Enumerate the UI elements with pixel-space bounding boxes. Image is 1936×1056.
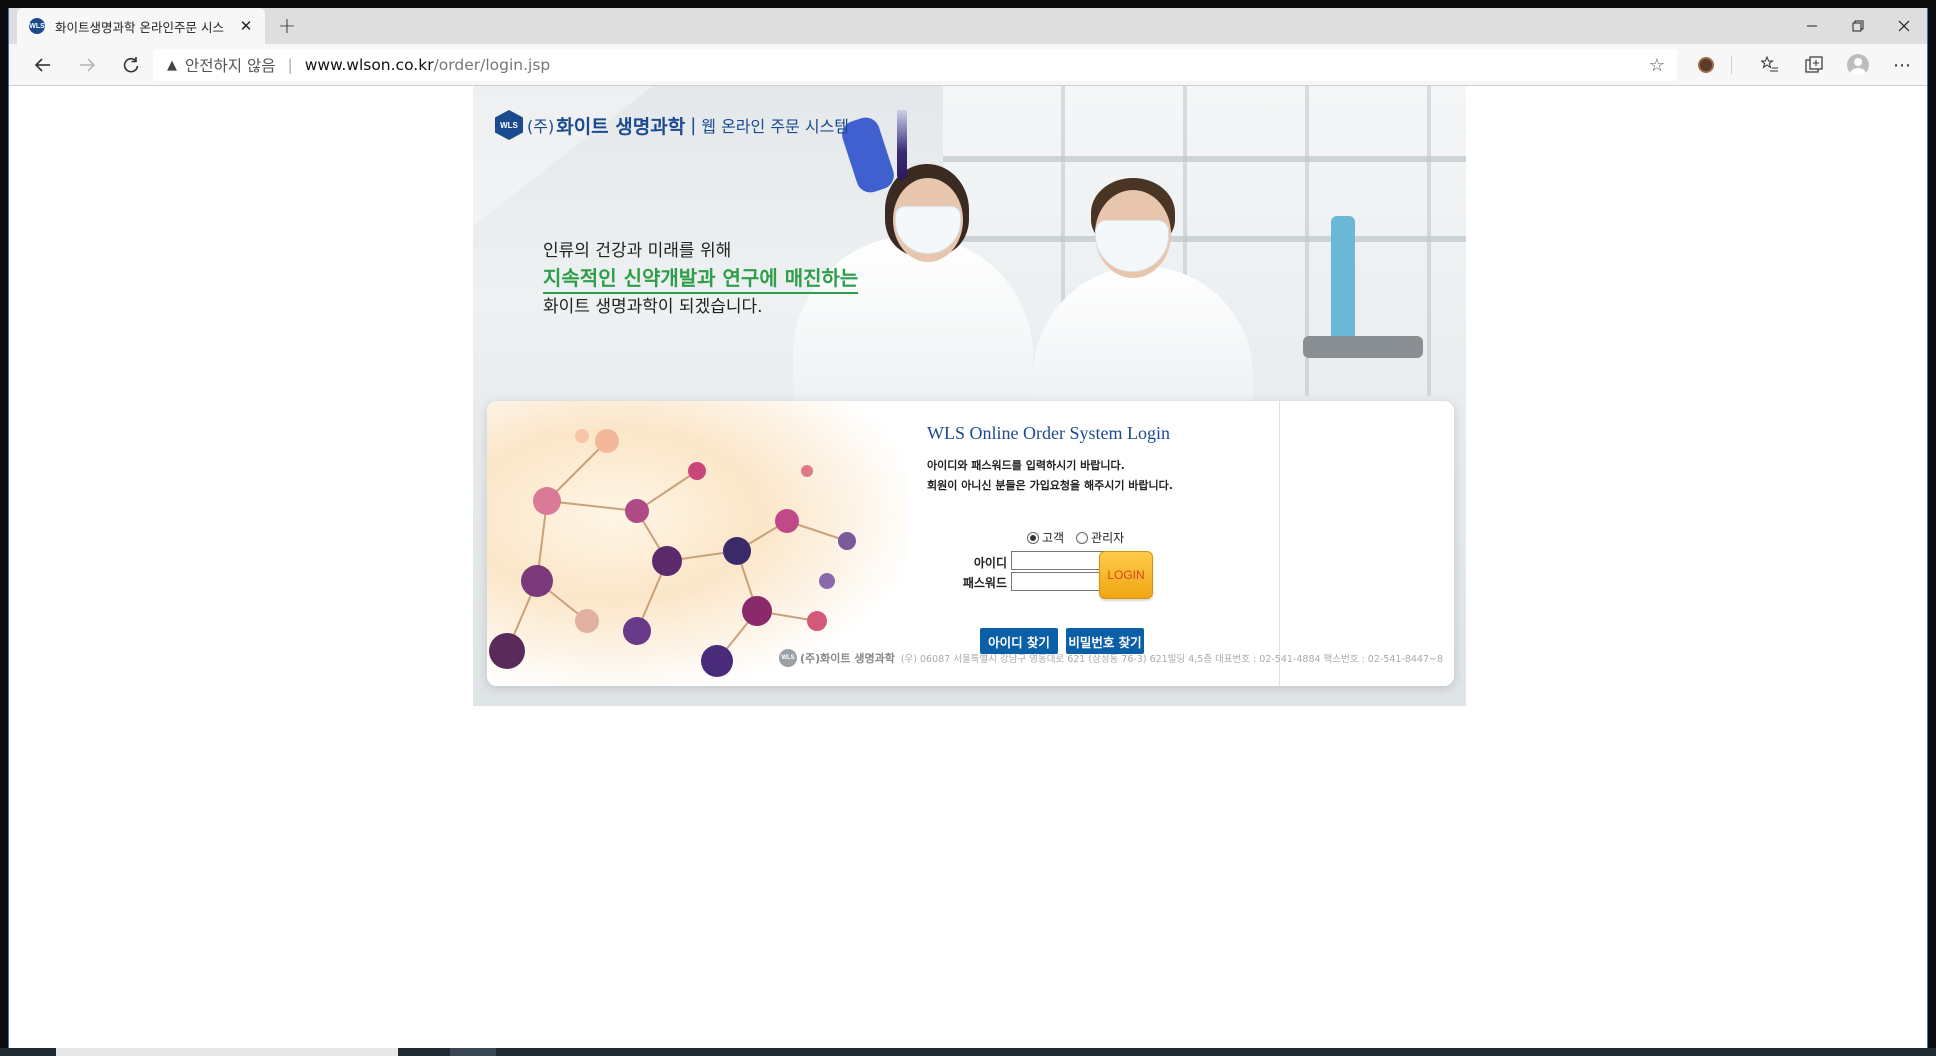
address-toolbar: ▲ 안전하지 않음 | www.wlson.co.kr /order/login… <box>9 44 1927 86</box>
browser-tab[interactable]: WLS 화이트생명과학 온라인주문 시스 ✕ <box>17 8 265 44</box>
taskbar <box>0 1048 1936 1056</box>
molecule-image <box>487 401 907 686</box>
panel-divider <box>1279 401 1280 686</box>
login-button[interactable]: LOGIN <box>1099 551 1153 599</box>
browser-window: WLS 화이트생명과학 온라인주문 시스 ✕ + ▲ 안전하지 않음 | www… <box>8 8 1928 1048</box>
id-label: 아이디 <box>973 556 1007 570</box>
tagline-line-1: 인류의 건강과 미래를 위해 <box>543 241 732 261</box>
customer-radio-label: 고객 <box>1042 531 1065 545</box>
site-favicon-icon: WLS <box>29 18 45 34</box>
warning-icon: ▲ <box>167 57 177 73</box>
password-label: 패스워드 <box>962 576 1007 590</box>
user-type-selector: 고객 관리자 <box>1027 529 1136 546</box>
role-option-admin[interactable]: 관리자 <box>1076 529 1124 546</box>
url-field[interactable]: ▲ 안전하지 않음 | www.wlson.co.kr /order/login… <box>153 49 1677 81</box>
role-option-customer[interactable]: 고객 <box>1027 529 1064 546</box>
system-name: 웹 온라인 주문 시스템 <box>701 117 850 136</box>
company-footer: WLS (주)화이트 생명과학 (우) 06087 서울특별시 강남구 영동대로… <box>779 649 1443 667</box>
footer-logo-icon: WLS <box>779 649 797 667</box>
profile-avatar-icon[interactable] <box>1845 52 1871 78</box>
url-path: /order/login.jsp <box>433 56 551 74</box>
microscope-image <box>1331 216 1355 356</box>
reload-button[interactable] <box>115 49 147 81</box>
restore-icon <box>1852 20 1864 32</box>
tab-title: 화이트생명과학 온라인주문 시스 <box>55 19 224 35</box>
molecule-illustration <box>489 429 856 677</box>
more-menu-icon[interactable]: ⋯ <box>1889 52 1915 78</box>
url-separator: | <box>287 56 293 74</box>
hero-banner: WLS (주) 화이트 생명과학 | 웹 온라인 주문 시스템 인류의 건강과 … <box>473 86 1466 706</box>
login-description: 아이디와 패스워드를 입력하시기 바랍니다. 회원이 아니신 분들은 가입요청을… <box>927 456 1227 496</box>
arrow-left-icon <box>34 58 50 72</box>
close-icon <box>1898 20 1910 32</box>
login-description-line-2: 회원이 아니신 분들은 가입요청을 해주시기 바랍니다. <box>927 479 1173 492</box>
admin-radio[interactable] <box>1076 531 1089 544</box>
login-panel: WLS Online Order System Login 아이디와 패스워드를… <box>487 401 1454 686</box>
tagline-line-2: 지속적인 신약개발과 연구에 매진하는 <box>543 265 859 294</box>
footer-address: (우) 06087 서울특별시 강남구 영동대로 621 (삼성동 76-3) … <box>900 654 1444 665</box>
taskbar-app[interactable] <box>450 1048 496 1056</box>
forward-button[interactable] <box>71 49 103 81</box>
window-close-button[interactable] <box>1881 8 1927 44</box>
customer-radio[interactable] <box>1027 531 1039 544</box>
security-status: 안전하지 않음 <box>185 57 276 75</box>
url-host: www.wlson.co.kr <box>304 56 434 74</box>
company-name: 화이트 생명과학 <box>556 115 686 138</box>
reload-icon <box>123 57 139 73</box>
favorites-list-icon[interactable] <box>1757 52 1783 78</box>
toolbar-divider <box>1731 56 1732 74</box>
favorite-star-icon[interactable]: ☆ <box>1649 55 1665 76</box>
back-button[interactable] <box>27 49 59 81</box>
new-tab-button[interactable]: + <box>273 14 301 39</box>
wls-logo-icon: WLS <box>495 110 523 140</box>
hero-tagline: 인류의 건강과 미래를 위해 지속적인 신약개발과 연구에 매진하는 화이트 생… <box>543 238 859 321</box>
extension-icon[interactable] <box>1693 52 1719 78</box>
corp-prefix: (주) <box>527 117 555 136</box>
arrow-right-icon <box>80 58 96 72</box>
logo-separator: | <box>690 114 697 136</box>
page-viewport: WLS (주) 화이트 생명과학 | 웹 온라인 주문 시스템 인류의 건강과 … <box>9 86 1927 1048</box>
tab-close-icon[interactable]: ✕ <box>237 17 255 35</box>
scientist-man-image <box>1033 176 1273 406</box>
window-minimize-button[interactable] <box>1789 8 1835 44</box>
admin-radio-label: 관리자 <box>1091 531 1125 545</box>
taskbar-search[interactable] <box>56 1048 398 1056</box>
login-description-line-1: 아이디와 패스워드를 입력하시기 바랍니다. <box>927 459 1125 472</box>
site-logo[interactable]: WLS (주) 화이트 생명과학 | 웹 온라인 주문 시스템 <box>495 110 849 140</box>
footer-company-name: (주)화이트 생명과학 <box>800 652 895 665</box>
login-form: WLS Online Order System Login 아이디와 패스워드를… <box>927 423 1227 654</box>
window-restore-button[interactable] <box>1835 8 1881 44</box>
tab-bar: WLS 화이트생명과학 온라인주문 시스 ✕ + <box>9 8 1927 44</box>
collections-icon[interactable] <box>1801 52 1827 78</box>
login-title: WLS Online Order System Login <box>927 423 1170 443</box>
minimize-icon <box>1807 25 1817 27</box>
tagline-line-3: 화이트 생명과학이 되겠습니다. <box>543 297 763 317</box>
